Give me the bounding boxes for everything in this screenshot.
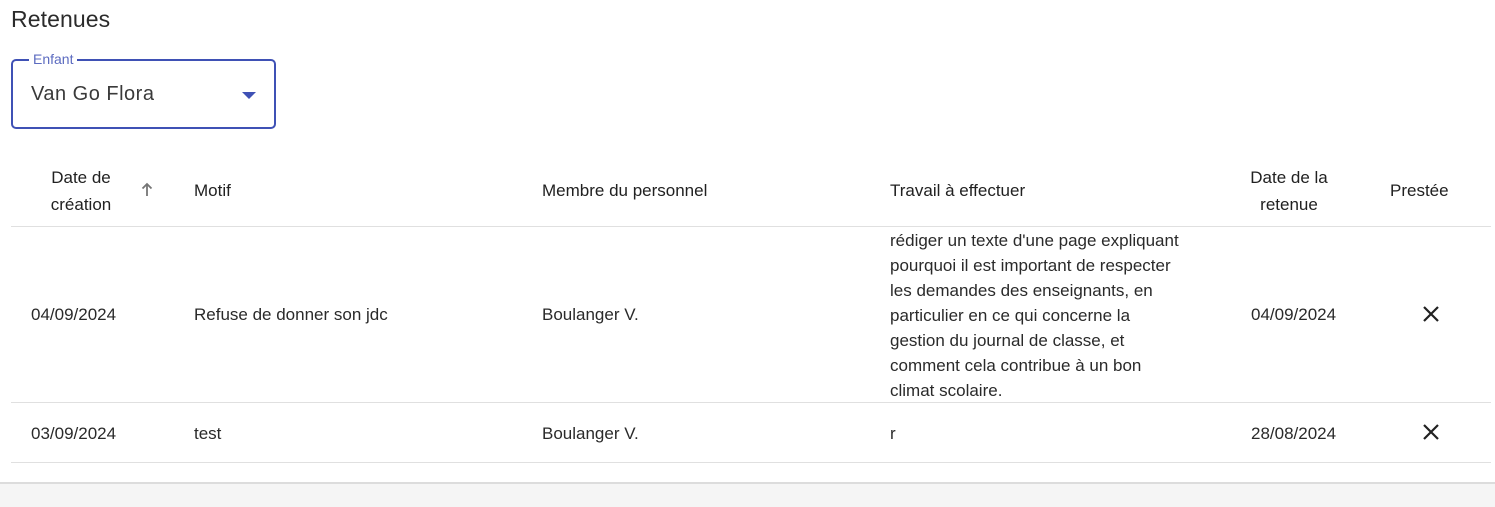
footer-bar — [0, 482, 1495, 507]
close-icon — [1423, 306, 1439, 322]
column-header-reason[interactable]: Motif — [194, 177, 231, 204]
cell-reason: Refuse de donner son jdc — [194, 305, 388, 324]
column-header-work[interactable]: Travail à effectuer — [890, 177, 1025, 204]
cell-work-line: gestion du journal de classe, et — [890, 331, 1125, 350]
cell-work-line: particulier en ce qui concerne la — [890, 306, 1131, 325]
cell-work-line: pourquoi il est important de respecter — [890, 256, 1171, 275]
child-select-value: Van Go Flora — [31, 83, 155, 105]
page-title: Retenues — [11, 6, 111, 32]
cell-reason: test — [194, 424, 222, 443]
child-select[interactable]: Enfant Van Go Flora — [11, 51, 276, 129]
cell-detention-date: 04/09/2024 — [1251, 305, 1337, 324]
dropdown-caret-icon — [242, 92, 256, 99]
cell-work-line: rédiger un texte d'une page expliquant — [890, 231, 1179, 250]
cell-creation-date: 04/09/2024 — [31, 305, 117, 324]
cell-creation-date: 03/09/2024 — [31, 424, 117, 443]
column-header-detention-date-line1: Date de la — [1250, 168, 1328, 187]
table-row: 03/09/2024 test Boulanger V. r 28/08/202… — [11, 403, 1491, 463]
close-icon — [1423, 424, 1439, 440]
column-header-staff[interactable]: Membre du personnel — [542, 177, 707, 204]
sort-arrow-up-icon[interactable] — [140, 182, 154, 198]
cell-work-line: comment cela contribue à un bon — [890, 356, 1142, 375]
cell-staff: Boulanger V. — [542, 424, 639, 443]
detentions-table: Date de création Motif Membre du personn… — [11, 155, 1491, 463]
child-select-label: Enfant — [29, 51, 78, 67]
cell-work: r — [890, 424, 896, 443]
column-header-detention-date-line2: retenue — [1260, 195, 1318, 214]
detentions-page: Retenues Enfant Van Go Flora Date de cré… — [0, 0, 1495, 507]
column-header-creation-date[interactable]: Date de création — [31, 164, 131, 218]
cell-work: rédiger un texte d'une page expliquant p… — [890, 228, 1210, 403]
cell-work-line: climat scolaire. — [890, 381, 1003, 400]
cell-staff: Boulanger V. — [542, 305, 639, 324]
cell-detention-date: 28/08/2024 — [1251, 424, 1337, 443]
column-header-creation-date-line2: création — [50, 195, 112, 214]
cell-work-line: les demandes des enseignants, en — [890, 281, 1153, 300]
column-header-detention-date[interactable]: Date de la retenue — [1239, 164, 1339, 218]
column-header-creation-date-line1: Date de — [51, 168, 111, 187]
table-header: Date de création Motif Membre du personn… — [11, 155, 1491, 227]
column-header-done[interactable]: Prestée — [1390, 177, 1449, 204]
table-row: 04/09/2024 Refuse de donner son jdc Boul… — [11, 227, 1491, 403]
